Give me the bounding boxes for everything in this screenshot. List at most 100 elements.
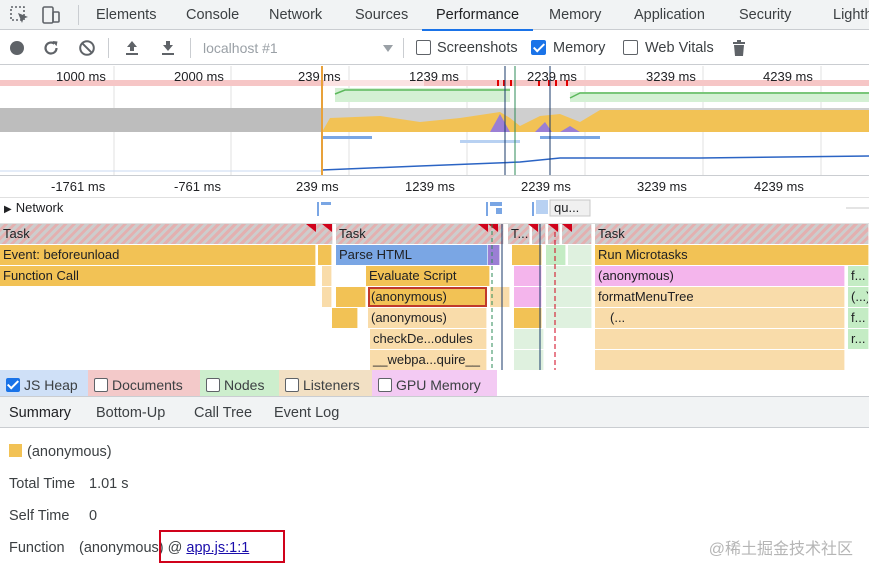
tab-call-tree[interactable]: Call Tree <box>194 397 252 429</box>
flame-block[interactable] <box>514 329 544 349</box>
nodes-checkbox[interactable] <box>206 378 220 392</box>
download-icon[interactable] <box>159 39 177 57</box>
trash-icon[interactable] <box>730 39 748 57</box>
flame-task[interactable] <box>562 224 592 244</box>
counter-nodes[interactable]: Nodes <box>200 370 279 396</box>
flame-block[interactable] <box>595 350 845 370</box>
self-time-value: 0 <box>89 508 98 524</box>
tab-security[interactable]: Security <box>739 0 791 30</box>
flame-parse-html[interactable]: Parse HTML <box>336 245 488 265</box>
tab-network[interactable]: Network <box>269 0 322 30</box>
flame-block[interactable] <box>322 266 332 286</box>
flame-block[interactable]: (... <box>595 308 845 328</box>
screenshots-label: Screenshots <box>437 40 518 56</box>
memory-counters-legend: JS Heap Documents Nodes Listeners GPU Me… <box>0 370 869 396</box>
flame-block[interactable] <box>514 287 542 307</box>
documents-checkbox[interactable] <box>94 378 108 392</box>
js-heap-label: JS Heap <box>24 377 78 393</box>
flame-run-microtasks[interactable]: Run Microtasks <box>595 245 869 265</box>
tab-performance[interactable]: Performance <box>421 0 534 31</box>
flame-function-call[interactable]: Function Call <box>0 266 316 286</box>
flame-block[interactable] <box>332 308 358 328</box>
tab-event-log[interactable]: Event Log <box>274 397 339 429</box>
web-vitals-checkbox[interactable] <box>623 40 638 55</box>
flame-block[interactable] <box>318 245 332 265</box>
flame-block[interactable] <box>490 287 510 307</box>
network-request-label[interactable]: qu... <box>554 200 579 215</box>
web-vitals-label: Web Vitals <box>645 40 714 56</box>
flame-task[interactable]: Task <box>595 224 869 244</box>
tab-bottom-up[interactable]: Bottom-Up <box>96 397 165 429</box>
listeners-label: Listeners <box>303 377 360 393</box>
flame-block[interactable] <box>568 245 592 265</box>
flame-block[interactable]: f... <box>848 266 869 286</box>
profile-select-value: localhost #1 <box>203 40 278 56</box>
summary-title: (anonymous) <box>27 444 112 460</box>
flame-block[interactable] <box>595 329 845 349</box>
flame-task[interactable]: Task <box>0 224 333 244</box>
main-flame-chart[interactable]: Task Task T... Task Event: beforeunload … <box>0 224 869 370</box>
total-time-row: Total Time 1.01 s <box>9 473 129 495</box>
tab-sources[interactable]: Sources <box>355 0 408 30</box>
flame-block[interactable] <box>336 287 366 307</box>
timeline-overview[interactable]: 1000 ms 2000 ms 239 ms 1239 ms 2239 ms 3… <box>0 66 869 176</box>
flame-block[interactable] <box>322 287 332 307</box>
clear-icon[interactable] <box>78 39 96 57</box>
flame-block[interactable] <box>546 266 592 286</box>
js-heap-checkbox[interactable] <box>6 378 20 392</box>
flame-block[interactable]: r... <box>848 329 869 349</box>
record-icon[interactable] <box>8 39 26 57</box>
reload-profile-icon[interactable] <box>42 39 60 57</box>
flame-block[interactable] <box>546 287 592 307</box>
flame-block[interactable]: f... <box>848 308 869 328</box>
flame-anonymous[interactable]: (anonymous) <box>368 308 487 328</box>
documents-label: Documents <box>112 377 183 393</box>
tab-memory[interactable]: Memory <box>549 0 601 30</box>
counter-js-heap[interactable]: JS Heap <box>0 370 88 396</box>
flame-block[interactable] <box>514 308 542 328</box>
flame-evaluate-script[interactable]: Evaluate Script <box>366 266 490 286</box>
timeline-ruler: -1761 ms -761 ms 239 ms 1239 ms 2239 ms … <box>0 176 869 198</box>
chevron-down-icon <box>383 45 393 52</box>
gpu-memory-checkbox[interactable] <box>378 378 392 392</box>
flame-task[interactable]: Task <box>336 224 504 244</box>
summary-title-row: (anonymous) <box>9 441 112 463</box>
upload-icon[interactable] <box>123 39 141 57</box>
flame-task[interactable] <box>548 224 560 244</box>
flame-event-beforeunload[interactable]: Event: beforeunload <box>0 245 316 265</box>
flame-webpack-require[interactable]: __webpa...quire__ <box>370 350 487 370</box>
nodes-label: Nodes <box>224 377 265 393</box>
flame-block[interactable] <box>546 245 566 265</box>
tab-console[interactable]: Console <box>186 0 239 30</box>
flame-anonymous[interactable]: (anonymous) <box>595 266 845 286</box>
select-element-icon[interactable] <box>9 4 31 26</box>
listeners-checkbox[interactable] <box>285 378 299 392</box>
profile-select[interactable]: localhost #1 <box>203 31 395 65</box>
network-track[interactable]: ▶ Network qu... <box>0 198 869 224</box>
tab-elements[interactable]: Elements <box>96 0 156 30</box>
tab-summary[interactable]: Summary <box>0 397 81 430</box>
flame-block[interactable] <box>546 308 592 328</box>
flame-anonymous-selected[interactable]: (anonymous) <box>368 287 487 307</box>
flame-block[interactable] <box>514 266 542 286</box>
performance-toolbar: localhost #1 Screenshots Memory Web Vita… <box>0 31 869 65</box>
memory-label: Memory <box>553 40 606 56</box>
flame-check-modules[interactable]: checkDe...odules <box>370 329 487 349</box>
device-toolbar-icon[interactable] <box>40 4 62 26</box>
memory-checkbox[interactable] <box>531 40 546 55</box>
total-time-value: 1.01 s <box>89 476 129 492</box>
flame-task[interactable] <box>532 224 546 244</box>
screenshots-checkbox[interactable] <box>416 40 431 55</box>
counter-documents[interactable]: Documents <box>88 370 200 396</box>
flame-block[interactable]: (...) <box>848 287 869 307</box>
ruler-tick: 1239 ms <box>405 179 455 194</box>
flame-block[interactable] <box>488 245 500 265</box>
flame-task[interactable]: T... <box>508 224 530 244</box>
flame-block[interactable] <box>514 350 544 370</box>
flame-format-menu-tree[interactable]: formatMenuTree <box>595 287 845 307</box>
counter-gpu-memory[interactable]: GPU Memory <box>372 370 497 396</box>
counter-listeners[interactable]: Listeners <box>279 370 372 396</box>
tab-application[interactable]: Application <box>634 0 705 30</box>
flame-block[interactable] <box>512 245 542 265</box>
tab-lighthouse[interactable]: Lighthouse <box>833 0 869 30</box>
